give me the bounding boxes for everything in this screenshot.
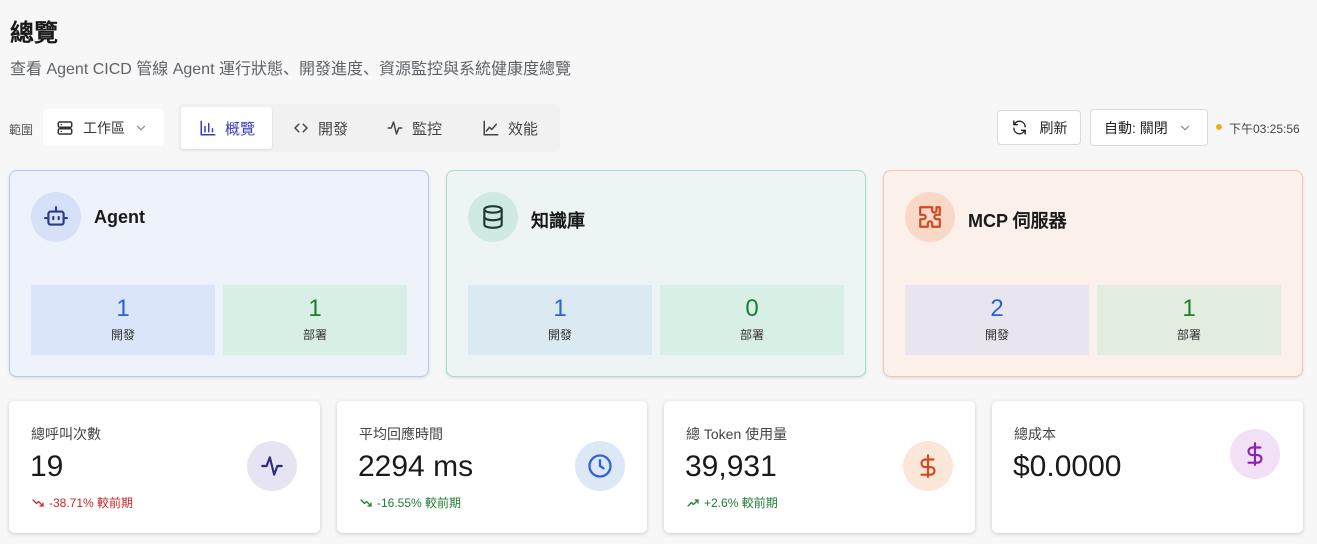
robot-icon [31, 192, 81, 242]
dev-count: 1 [553, 295, 567, 322]
deployed-count: 1 [308, 295, 322, 322]
tab-label: 監控 [412, 120, 443, 138]
deployed-stat: 1 部署 [223, 285, 407, 355]
resource-card-agent: Agent 1 開發 1 部署 [9, 170, 429, 377]
status-dot [1216, 124, 1222, 130]
resource-card-mcp-server: MCP 伺服器 2 開發 1 部署 [883, 170, 1303, 377]
metric-trend-text: +2.6% 較前期 [704, 496, 778, 510]
last-updated: 下午03:25:56 [1229, 122, 1300, 136]
metric-value: 19 [30, 450, 64, 483]
database-icon [468, 192, 518, 242]
chevron-down-icon [136, 125, 146, 131]
trending-down-icon [360, 498, 372, 507]
scope-label: 範圍 [9, 123, 34, 137]
tab-label: 效能 [508, 120, 539, 138]
metric-trend-text: -16.55% 較前期 [377, 496, 462, 510]
deployed-count: 1 [1182, 295, 1196, 322]
bar-chart-icon [200, 120, 216, 136]
dev-label: 開發 [984, 328, 1009, 342]
card-title: 知識庫 [531, 211, 585, 231]
metric-card-token-usage: 總 Token 使用量 39,931 +2.6% 較前期 [664, 401, 975, 533]
tab-development[interactable]: 開發 [281, 107, 359, 149]
refresh-label: 刷新 [1039, 119, 1068, 136]
trending-down-icon [32, 498, 44, 507]
deployed-label: 部署 [302, 328, 327, 342]
deployed-stat: 1 部署 [1097, 285, 1281, 355]
view-tabs: 概覽 開發 監控 效能 [178, 104, 560, 152]
card-title: Agent [94, 207, 145, 227]
metric-value: 39,931 [685, 450, 777, 483]
deployed-label: 部署 [739, 328, 764, 342]
metric-card-avg-response: 平均回應時間 2294 ms -16.55% 較前期 [337, 401, 647, 533]
metric-value: 2294 ms [358, 450, 474, 483]
deployed-count: 0 [745, 295, 759, 322]
dev-label: 開發 [110, 328, 135, 342]
tab-monitoring[interactable]: 監控 [375, 107, 453, 149]
auto-refresh-select[interactable]: 自動: 關閉 [1090, 109, 1208, 146]
metric-trend: -38.71% 較前期 [31, 494, 133, 511]
refresh-icon [1012, 120, 1026, 135]
server-icon [57, 120, 73, 135]
code-icon [294, 123, 308, 133]
metric-trend: +2.6% 較前期 [686, 494, 778, 511]
auto-refresh-value: 自動: 關閉 [1104, 119, 1168, 136]
puzzle-icon [905, 192, 955, 242]
resource-card-knowledge-base: 知識庫 1 開發 0 部署 [446, 170, 866, 377]
deployed-stat: 0 部署 [660, 285, 844, 355]
card-title: MCP 伺服器 [968, 211, 1067, 231]
dev-stat: 1 開發 [468, 285, 652, 355]
refresh-button[interactable]: 刷新 [997, 110, 1081, 145]
dev-label: 開發 [547, 328, 572, 342]
tab-overview[interactable]: 概覽 [181, 107, 272, 149]
page-title: 總覽 [10, 20, 58, 47]
activity-icon [247, 441, 297, 491]
tab-label: 開發 [318, 120, 349, 138]
scope-value: 工作區 [83, 119, 125, 136]
metric-label: 平均回應時間 [359, 426, 443, 442]
dev-stat: 2 開發 [905, 285, 1089, 355]
page-subtitle: 查看 Agent CICD 管線 Agent 運行狀態、開發進度、資源監控與系統… [10, 61, 571, 78]
line-chart-icon [483, 120, 499, 136]
clock-icon [575, 441, 625, 491]
dev-count: 2 [990, 295, 1004, 322]
tab-label: 概覽 [225, 120, 256, 138]
metric-value: $0.0000 [1013, 450, 1122, 483]
metric-trend-text: -38.71% 較前期 [49, 496, 134, 510]
metric-label: 總 Token 使用量 [686, 426, 788, 442]
metric-card-total-calls: 總呼叫次數 19 -38.71% 較前期 [9, 401, 320, 533]
dollar-icon [1230, 429, 1280, 479]
dev-stat: 1 開發 [31, 285, 215, 355]
tab-performance[interactable]: 效能 [471, 107, 549, 149]
metric-card-total-cost: 總成本 $0.0000 [992, 401, 1303, 533]
metric-label: 總成本 [1014, 426, 1056, 442]
scope-select[interactable]: 工作區 [43, 109, 164, 146]
dev-count: 1 [116, 295, 130, 322]
activity-icon [387, 121, 403, 135]
trending-up-icon [687, 498, 699, 507]
metric-trend: -16.55% 較前期 [359, 494, 461, 511]
metric-label: 總呼叫次數 [31, 426, 101, 442]
dollar-icon [903, 441, 953, 491]
chevron-down-icon [1180, 125, 1189, 131]
deployed-label: 部署 [1176, 328, 1201, 342]
